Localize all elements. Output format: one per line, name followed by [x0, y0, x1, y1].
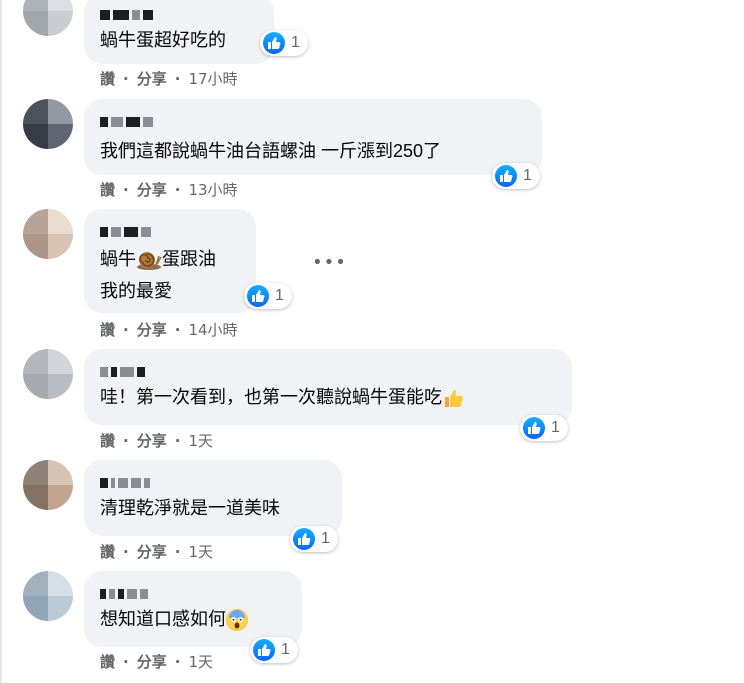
share-button[interactable]: 分享	[137, 319, 167, 340]
more-options-icon[interactable]: •••	[312, 252, 347, 273]
comment-bubble: 我們這都說蝸牛油台語螺油 一斤漲到250了 1	[84, 99, 542, 189]
author-name-redacted[interactable]	[100, 225, 151, 239]
scream-emoji	[226, 609, 248, 632]
comment-actions: 讚 · 分享 · 1天	[100, 541, 213, 562]
comment-text: 想知道口感如何	[100, 603, 248, 635]
reaction-count: 1	[291, 34, 300, 51]
panel-border	[0, 0, 2, 683]
comment-actions: 讚 · 分享 · 13小時	[100, 179, 238, 200]
comment-bubble: 蝸牛蛋超好吃的 1	[84, 0, 308, 64]
timestamp[interactable]: 1天	[188, 651, 213, 672]
avatar[interactable]	[23, 349, 73, 399]
comment-text-part: 蛋跟油	[162, 249, 216, 269]
avatar[interactable]	[23, 0, 73, 36]
like-icon	[495, 165, 517, 187]
snail-emoji	[136, 249, 162, 271]
comment-actions: 讚 · 分享 · 14小時	[100, 319, 238, 340]
comment-text: 哇！第一次看到，也第一次聽說蝸牛蛋能吃	[100, 381, 464, 413]
reaction-badge[interactable]: 1	[290, 526, 338, 552]
reaction-count: 1	[523, 167, 532, 184]
reaction-badge[interactable]: 1	[250, 637, 298, 663]
like-button[interactable]: 讚	[100, 319, 115, 340]
separator: ·	[123, 69, 129, 88]
thumbs-up-emoji	[442, 387, 464, 409]
comment-bubble: 蝸牛 蛋跟油 我的最愛 1	[84, 209, 292, 313]
author-name-redacted[interactable]	[100, 365, 145, 379]
separator: ·	[174, 431, 181, 450]
author-name-redacted[interactable]	[100, 8, 153, 22]
like-icon	[253, 639, 275, 661]
separator: ·	[123, 180, 129, 199]
comment-actions: 讚 · 分享 · 17小時	[100, 68, 238, 89]
author-name-redacted[interactable]	[100, 476, 150, 490]
avatar[interactable]	[23, 99, 73, 149]
separator: ·	[174, 542, 181, 561]
like-icon	[293, 528, 315, 550]
reaction-count: 1	[551, 419, 560, 436]
reaction-count: 1	[321, 530, 330, 547]
timestamp[interactable]: 13小時	[188, 179, 237, 200]
timestamp[interactable]: 17小時	[188, 68, 237, 89]
avatar[interactable]	[23, 209, 73, 259]
reaction-count: 1	[275, 287, 284, 304]
reaction-badge[interactable]: 1	[244, 283, 292, 309]
like-icon	[263, 32, 285, 54]
comment-bubble: 想知道口感如何 1	[84, 571, 302, 663]
comment-text: 蝸牛 蛋跟油 我的最愛	[100, 243, 216, 307]
comment-text: 清理乾淨就是一道美味	[100, 498, 280, 518]
share-button[interactable]: 分享	[137, 68, 167, 89]
separator: ·	[123, 431, 129, 450]
like-button[interactable]: 讚	[100, 430, 115, 451]
comment-text-part: 哇！第一次看到，也第一次聽說蝸牛蛋能吃	[100, 387, 442, 407]
like-button[interactable]: 讚	[100, 651, 115, 672]
share-button[interactable]: 分享	[137, 541, 167, 562]
reaction-badge[interactable]: 1	[492, 163, 540, 189]
timestamp[interactable]: 1天	[188, 430, 213, 451]
comment-text: 我們這都說蝸牛油台語螺油 一斤漲到250了	[100, 141, 442, 161]
share-button[interactable]: 分享	[137, 179, 167, 200]
comment-bubble: 哇！第一次看到，也第一次聽說蝸牛蛋能吃 1	[84, 349, 572, 441]
comment-text-part: 想知道口感如何	[100, 609, 226, 629]
comment-actions: 讚 · 分享 · 1天	[100, 430, 213, 451]
comment-bubble: 清理乾淨就是一道美味 1	[84, 460, 342, 552]
like-icon	[523, 417, 545, 439]
comment-actions: 讚 · 分享 · 1天	[100, 651, 213, 672]
share-button[interactable]: 分享	[137, 430, 167, 451]
comment-text-part: 蝸牛	[100, 249, 136, 269]
comment-text: 蝸牛蛋超好吃的	[100, 30, 226, 50]
author-name-redacted[interactable]	[100, 115, 153, 129]
separator: ·	[123, 652, 129, 671]
avatar[interactable]	[23, 460, 73, 510]
timestamp[interactable]: 1天	[188, 541, 213, 562]
reaction-badge[interactable]: 1	[260, 30, 308, 56]
timestamp[interactable]: 14小時	[188, 319, 237, 340]
separator: ·	[174, 180, 181, 199]
like-button[interactable]: 讚	[100, 179, 115, 200]
like-button[interactable]: 讚	[100, 68, 115, 89]
reaction-count: 1	[281, 641, 290, 658]
comment-text-line2: 我的最愛	[100, 281, 172, 301]
share-button[interactable]: 分享	[137, 651, 167, 672]
separator: ·	[174, 652, 181, 671]
author-name-redacted[interactable]	[100, 587, 148, 601]
separator: ·	[123, 320, 129, 339]
reaction-badge[interactable]: 1	[520, 415, 568, 441]
separator: ·	[174, 69, 181, 88]
like-button[interactable]: 讚	[100, 541, 115, 562]
separator: ·	[174, 320, 181, 339]
avatar[interactable]	[23, 571, 73, 621]
separator: ·	[123, 542, 129, 561]
like-icon	[247, 285, 269, 307]
